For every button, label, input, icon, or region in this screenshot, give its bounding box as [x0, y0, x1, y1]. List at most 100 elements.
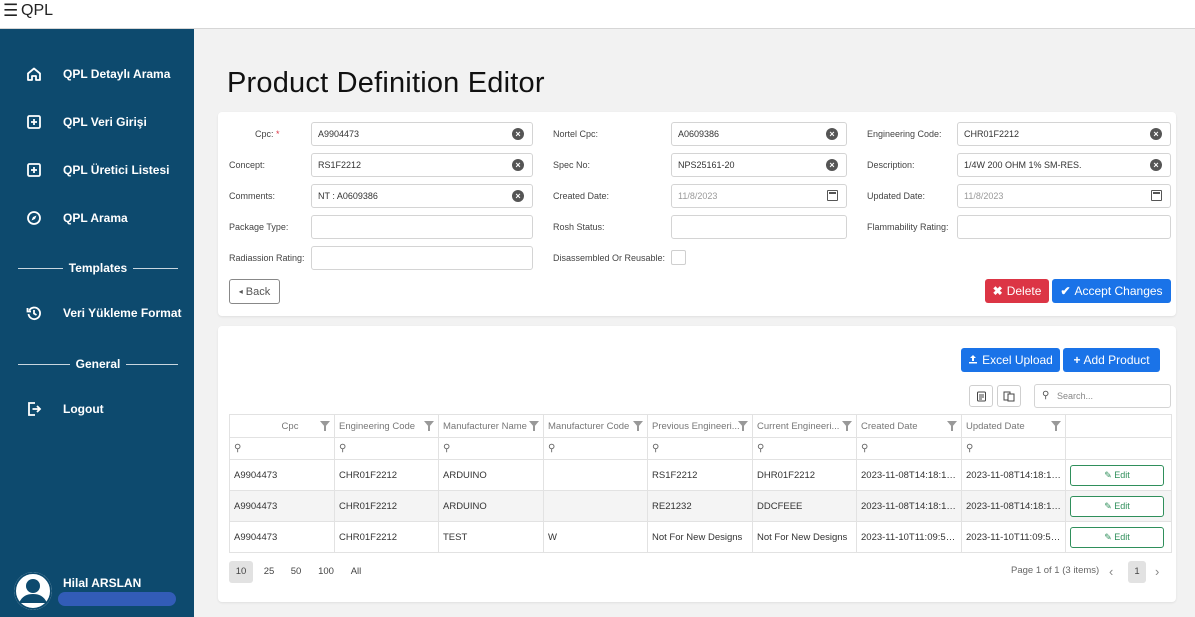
edit-icon: ✎ [1104, 469, 1112, 480]
page-size-10[interactable]: 10 [229, 561, 253, 583]
page-number[interactable]: 1 [1128, 561, 1146, 583]
cell-previous-engineering: Not For New Designs [647, 521, 753, 553]
rosh-status-field[interactable] [671, 215, 847, 239]
edit-button[interactable]: ✎ Edit [1070, 495, 1164, 517]
excel-upload-button[interactable]: Excel Upload [961, 348, 1060, 372]
compass-icon [25, 209, 43, 227]
product-table: Cpc Engineering Code Manufacturer Name M… [229, 414, 1172, 553]
nortel-cpc-field[interactable]: A0609386 × [671, 122, 847, 146]
filter-icon[interactable] [633, 421, 643, 431]
add-product-button[interactable]: + Add Product [1063, 348, 1160, 372]
search-icon: ⚲ [339, 443, 347, 454]
column-header-created-date[interactable]: Created Date [856, 414, 962, 438]
chevron-right-icon[interactable]: › [1155, 561, 1159, 583]
filter-icon[interactable] [842, 421, 852, 431]
clear-icon[interactable]: × [1150, 159, 1162, 171]
page-size-50[interactable]: 50 [286, 561, 306, 583]
back-button[interactable]: ◂ Back [229, 279, 280, 304]
flammability-field[interactable] [957, 215, 1171, 239]
cell-manufacturer-code: W [543, 521, 648, 553]
filter-cell[interactable]: ⚲ [438, 437, 544, 460]
filter-cell[interactable]: ⚲ [229, 437, 335, 460]
column-header-manufacturer-name[interactable]: Manufacturer Name [438, 414, 544, 438]
cell-manufacturer-name: ARDUINO [438, 459, 544, 491]
package-type-label: Package Type: [229, 222, 289, 232]
table-row[interactable]: A9904473 CHR01F2212 ARDUINO RE21232 DDCF… [229, 490, 1172, 522]
sidebar-item-label: QPL Arama [63, 211, 128, 225]
column-chooser-icon[interactable] [997, 385, 1021, 407]
column-header-previous-engineering[interactable]: Previous Engineeri... [647, 414, 753, 438]
sidebar-item-logout[interactable]: Logout [0, 394, 194, 424]
table-row[interactable]: A9904473 CHR01F2212 ARDUINO RS1F2212 DHR… [229, 459, 1172, 491]
cell-engineering-code: CHR01F2212 [334, 490, 439, 522]
plus-icon: + [1073, 353, 1081, 367]
filter-icon[interactable] [424, 421, 434, 431]
table-header-row: Cpc Engineering Code Manufacturer Name M… [229, 414, 1172, 438]
column-header-updated-date[interactable]: Updated Date [961, 414, 1066, 438]
clear-icon[interactable]: × [826, 159, 838, 171]
disassembled-checkbox[interactable] [671, 250, 686, 265]
chevron-left-icon[interactable]: ‹ [1109, 561, 1113, 583]
radiassion-label: Radiassion Rating: [229, 253, 305, 263]
comments-field[interactable]: NT : A0609386 × [311, 184, 533, 208]
spec-no-field[interactable]: NPS25161-20 × [671, 153, 847, 177]
sidebar-item-qpl-veri-girisi[interactable]: QPL Veri Girişi [0, 107, 194, 137]
column-header-current-engineering[interactable]: Current Engineeri... [752, 414, 857, 438]
cell-engineering-code: CHR01F2212 [334, 459, 439, 491]
column-header-cpc[interactable]: Cpc [229, 414, 335, 438]
accept-changes-button[interactable]: ✔ Accept Changes [1052, 279, 1171, 303]
menu-icon[interactable]: ☰ [3, 1, 18, 21]
section-title: Templates [68, 261, 128, 275]
cell-updated-date: 2023-11-08T14:18:12... [961, 490, 1066, 522]
sidebar-item-qpl-detayli-arama[interactable]: QPL Detaylı Arama [0, 59, 194, 89]
filter-icon[interactable] [947, 421, 957, 431]
cell-manufacturer-name: TEST [438, 521, 544, 553]
page-size-all[interactable]: All [346, 561, 366, 583]
clear-icon[interactable]: × [826, 128, 838, 140]
engineering-code-field[interactable]: CHR01F2212 × [957, 122, 1171, 146]
filter-icon[interactable] [738, 421, 748, 431]
cpc-field[interactable]: A9904473 × [311, 122, 533, 146]
cell-current-engineering: DHR01F2212 [752, 459, 857, 491]
sidebar-item-qpl-uretici-listesi[interactable]: QPL Üretici Listesi [0, 155, 194, 185]
sidebar-item-veri-yukleme-format[interactable]: Veri Yükleme Format [0, 298, 194, 328]
filter-cell[interactable]: ⚲ [647, 437, 753, 460]
cell-previous-engineering: RS1F2212 [647, 459, 753, 491]
filter-cell[interactable]: ⚲ [543, 437, 648, 460]
user-profile[interactable]: Hilal ARSLAN [14, 572, 189, 617]
filter-cell[interactable]: ⚲ [752, 437, 857, 460]
clear-icon[interactable]: × [1150, 128, 1162, 140]
edit-button[interactable]: ✎ Edit [1070, 526, 1164, 548]
page-info: Page 1 of 1 (3 items) [1011, 565, 1100, 576]
filter-icon[interactable] [1051, 421, 1061, 431]
cell-engineering-code: CHR01F2212 [334, 521, 439, 553]
page-size-25[interactable]: 25 [259, 561, 279, 583]
delete-button[interactable]: ✖ Delete [985, 279, 1049, 303]
search-input[interactable]: ⚲ Search... [1034, 384, 1171, 408]
export-icon[interactable] [969, 385, 993, 407]
filter-icon[interactable] [320, 421, 330, 431]
clear-icon[interactable]: × [512, 128, 524, 140]
concept-field[interactable]: RS1F2212 × [311, 153, 533, 177]
package-type-field[interactable] [311, 215, 533, 239]
updated-date-field: 11/8/2023 [957, 184, 1171, 208]
sidebar-item-qpl-arama[interactable]: QPL Arama [0, 203, 194, 233]
cell-cpc: A9904473 [229, 459, 335, 491]
description-field[interactable]: 1/4W 200 OHM 1% SM-RES. × [957, 153, 1171, 177]
cell-actions: ✎ Edit [1065, 459, 1172, 491]
filter-cell[interactable]: ⚲ [856, 437, 962, 460]
column-header-engineering-code[interactable]: Engineering Code [334, 414, 439, 438]
clear-icon[interactable]: × [512, 190, 524, 202]
filter-cell[interactable]: ⚲ [334, 437, 439, 460]
page-size-100[interactable]: 100 [313, 561, 339, 583]
radiassion-field[interactable] [311, 246, 533, 270]
edit-button[interactable]: ✎ Edit [1070, 464, 1164, 486]
clear-icon[interactable]: × [512, 159, 524, 171]
table-row[interactable]: A9904473 CHR01F2212 TEST W Not For New D… [229, 521, 1172, 553]
avatar [14, 572, 52, 610]
concept-label: Concept: [229, 160, 266, 170]
filter-cell[interactable]: ⚲ [961, 437, 1066, 460]
filter-icon[interactable] [529, 421, 539, 431]
product-grid-card: Excel Upload + Add Product ⚲ Search... Cpc… [218, 326, 1176, 602]
column-header-manufacturer-code[interactable]: Manufacturer Code [543, 414, 648, 438]
